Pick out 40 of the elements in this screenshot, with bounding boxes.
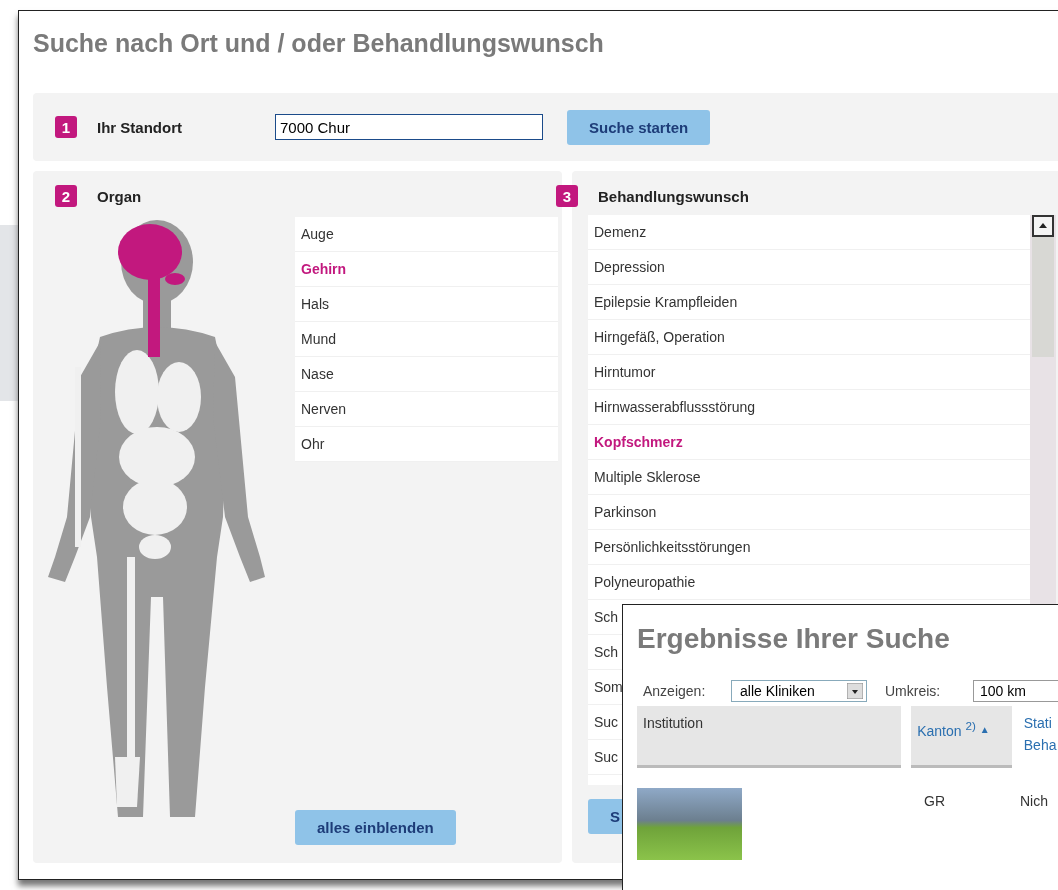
results-title: Ergebnisse Ihrer Suche xyxy=(637,623,951,656)
step-badge: 2 xyxy=(55,185,77,207)
treatment-item[interactable]: Hirntumor xyxy=(588,355,1030,390)
treatment-item[interactable]: Epilepsie Krampfleiden xyxy=(588,285,1030,320)
step-badge: 3 xyxy=(556,185,578,207)
treatment-item[interactable]: Hirngefäß, Operation xyxy=(588,320,1030,355)
column-header[interactable]: Kanton $^{2)}$ ▲ xyxy=(911,706,1012,768)
table-cell-text: GR xyxy=(924,792,946,811)
step-badge: 1 xyxy=(55,116,77,138)
treatment-item[interactable]: Kopfschmerz xyxy=(588,425,1030,460)
treatment-label: Behandlungswunsch xyxy=(598,187,749,205)
organ-item[interactable]: Gehirn xyxy=(295,252,558,287)
column-header: Institution xyxy=(637,706,902,768)
treatment-item[interactable]: Multiple Sklerose xyxy=(588,460,1030,495)
organ-item[interactable]: Mund xyxy=(295,322,558,357)
treatment-item[interactable]: Demenz xyxy=(588,215,1030,250)
dropdown-arrow-icon xyxy=(847,683,863,699)
treatment-item[interactable]: Depression xyxy=(588,250,1030,285)
page-title: Suche nach Ort und / oder Behandlungswunsch xyxy=(33,29,605,59)
treatment-item[interactable]: Parkinson xyxy=(588,495,1030,530)
radius-label: Umkreis: xyxy=(885,683,942,699)
table-cell-text: Nich xyxy=(1020,792,1048,811)
organ-item[interactable]: Nerven xyxy=(295,392,558,427)
show-label: Anzeigen: xyxy=(643,683,707,699)
search-button[interactable]: Suche starten xyxy=(567,109,711,145)
treatment-item[interactable]: Polyneuropathie xyxy=(588,565,1030,600)
organ-label: Organ xyxy=(97,187,142,205)
show-dropdown[interactable]: alle Kliniken xyxy=(731,680,867,702)
scroll-up-icon[interactable] xyxy=(1032,215,1054,237)
organ-item[interactable]: Hals xyxy=(295,287,558,322)
location-field[interactable]: 7000 Chur xyxy=(275,114,543,140)
treatment-item[interactable]: Persönlichkeitsstörungen xyxy=(588,530,1030,565)
organ-item[interactable]: Auge xyxy=(295,217,558,252)
radius-field[interactable]: 100 km xyxy=(973,680,1058,702)
location-label: Ihr Standort xyxy=(97,118,183,136)
treatment-item[interactable]: Hirnwasserabflussstörung xyxy=(588,390,1030,425)
organ-item[interactable]: Nase xyxy=(295,357,558,392)
column-header[interactable]: Stati Beha xyxy=(1021,706,1058,768)
show-all-button[interactable]: alles einblenden xyxy=(295,810,456,845)
organ-item[interactable]: Ohr xyxy=(295,427,558,462)
